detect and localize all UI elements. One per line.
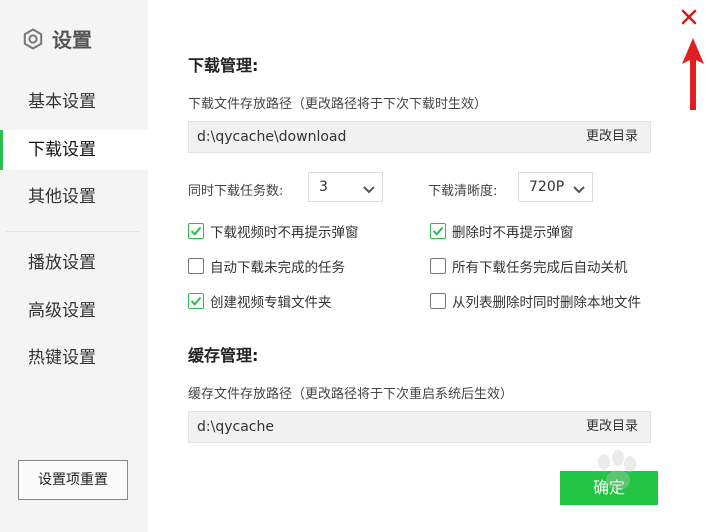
checkbox-label: 创建视频专辑文件夹: [210, 295, 332, 311]
checkbox-unchecked[interactable]: [188, 258, 204, 274]
chevron-down-icon: [362, 181, 376, 194]
sidebar-item-playback-settings[interactable]: 播放设置: [0, 243, 148, 283]
checkbox-label: 从列表删除时同时删除本地文件: [452, 295, 641, 311]
change-download-dir-button[interactable]: 更改目录: [586, 122, 638, 152]
cache-path-label: 缓存文件存放路径（更改路径将于下次重启系统后生效）: [188, 387, 514, 402]
download-path-label: 下载文件存放路径（更改路径将于下次下载时生效）: [188, 97, 488, 112]
gear-icon: [22, 27, 44, 50]
sidebar-item-basic-settings[interactable]: 基本设置: [0, 82, 148, 122]
sidebar: 设置 基本设置 下载设置 其他设置 播放设置 高级设置 热键设置 设置项重置: [0, 0, 148, 532]
change-cache-dir-button[interactable]: 更改目录: [586, 412, 638, 442]
checkbox-auto-download-unfinished[interactable]: 自动下载未完成的任务: [188, 256, 345, 276]
download-quality-select[interactable]: 720P: [518, 172, 593, 202]
checkbox-checked[interactable]: [188, 223, 204, 239]
checkbox-label: 自动下载未完成的任务: [210, 260, 345, 276]
sidebar-item-advanced-settings[interactable]: 高级设置: [0, 291, 148, 331]
checkbox-label: 所有下载任务完成后自动关机: [452, 260, 628, 276]
annotation-arrow-icon: [682, 38, 704, 110]
sidebar-item-other-settings[interactable]: 其他设置: [0, 177, 148, 217]
checkbox-unchecked[interactable]: [430, 293, 446, 309]
checkbox-no-popup-on-download[interactable]: 下载视频时不再提示弹窗: [188, 221, 359, 241]
settings-header: 设置: [22, 24, 92, 53]
checkbox-label: 下载视频时不再提示弹窗: [210, 225, 359, 241]
checkbox-shutdown-after-downloads[interactable]: 所有下载任务完成后自动关机: [430, 256, 628, 276]
concurrent-tasks-value: 3: [319, 179, 328, 195]
checkbox-delete-local-files[interactable]: 从列表删除时同时删除本地文件: [430, 291, 641, 311]
cache-path-field: d:\qycache 更改目录: [188, 411, 651, 443]
download-quality-value: 720P: [529, 179, 565, 195]
download-quality-label: 下载清晰度:: [428, 184, 498, 199]
checkbox-label: 删除时不再提示弹窗: [452, 225, 574, 241]
checkbox-unchecked[interactable]: [430, 258, 446, 274]
sidebar-item-hotkey-settings[interactable]: 热键设置: [0, 338, 148, 378]
reset-settings-button[interactable]: 设置项重置: [18, 460, 128, 500]
settings-title: 设置: [52, 28, 92, 52]
download-path-value: d:\qycache\download: [197, 129, 347, 145]
chevron-down-icon: [572, 181, 586, 194]
cache-section-title: 缓存管理:: [188, 346, 259, 365]
checkbox-checked[interactable]: [188, 293, 204, 309]
sidebar-item-download-settings[interactable]: 下载设置: [0, 130, 148, 170]
checkbox-create-album-folder[interactable]: 创建视频专辑文件夹: [188, 291, 332, 311]
download-section-title: 下载管理:: [188, 56, 259, 75]
concurrent-tasks-label: 同时下载任务数:: [188, 184, 284, 199]
concurrent-tasks-select[interactable]: 3: [308, 172, 383, 202]
sidebar-divider: [6, 231, 140, 232]
confirm-button[interactable]: 确定: [560, 471, 658, 505]
close-icon[interactable]: [678, 6, 700, 28]
cache-path-value: d:\qycache: [197, 419, 274, 435]
checkbox-no-popup-on-delete[interactable]: 删除时不再提示弹窗: [430, 221, 574, 241]
download-path-field: d:\qycache\download 更改目录: [188, 121, 651, 153]
checkbox-checked[interactable]: [430, 223, 446, 239]
